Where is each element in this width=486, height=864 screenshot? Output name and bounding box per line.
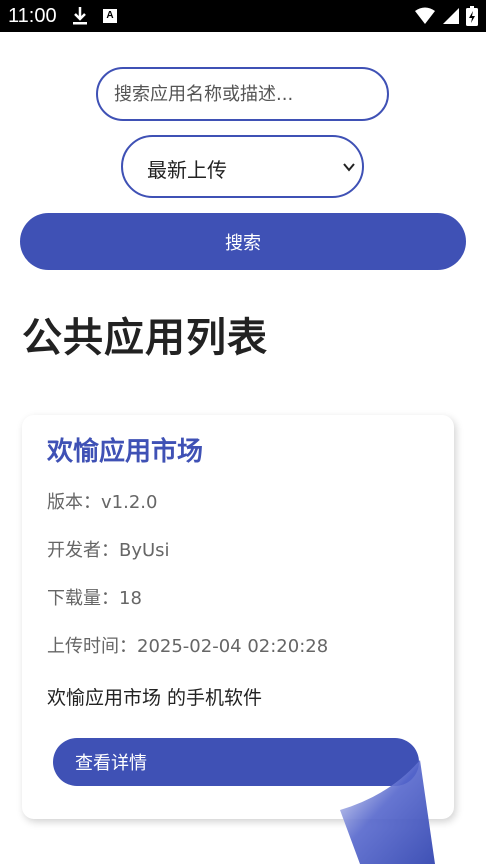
search-button[interactable]: 搜索 bbox=[20, 213, 466, 270]
status-bar: 11:00 A bbox=[0, 0, 486, 32]
a-badge-icon: A bbox=[103, 9, 117, 23]
app-description: 欢愉应用市场 的手机软件 bbox=[47, 687, 263, 709]
page-title: 公共应用列表 bbox=[22, 315, 268, 361]
view-details-label: 查看详情 bbox=[75, 753, 147, 774]
signal-icon bbox=[442, 7, 460, 29]
battery-icon bbox=[466, 6, 478, 30]
chevron-down-icon bbox=[342, 159, 356, 178]
system-icons bbox=[414, 6, 478, 30]
wifi-icon bbox=[414, 7, 436, 29]
app-upload-time: 上传时间：2025-02-04 02:20:28 bbox=[47, 636, 329, 657]
app-version: 版本：v1.2.0 bbox=[47, 492, 158, 513]
search-input[interactable] bbox=[96, 67, 389, 121]
sort-selected-value: 最新上传 bbox=[147, 158, 227, 182]
app-downloads: 下载量：18 bbox=[47, 588, 142, 609]
swoosh-decoration bbox=[340, 760, 435, 864]
app-name: 欢愉应用市场 bbox=[47, 437, 204, 467]
app-developer: 开发者：ByUsi bbox=[47, 540, 170, 561]
sort-select[interactable]: 最新上传 bbox=[121, 135, 364, 198]
download-icon bbox=[72, 6, 88, 30]
search-button-label: 搜索 bbox=[225, 232, 261, 254]
status-time: 11:00 bbox=[8, 5, 57, 27]
